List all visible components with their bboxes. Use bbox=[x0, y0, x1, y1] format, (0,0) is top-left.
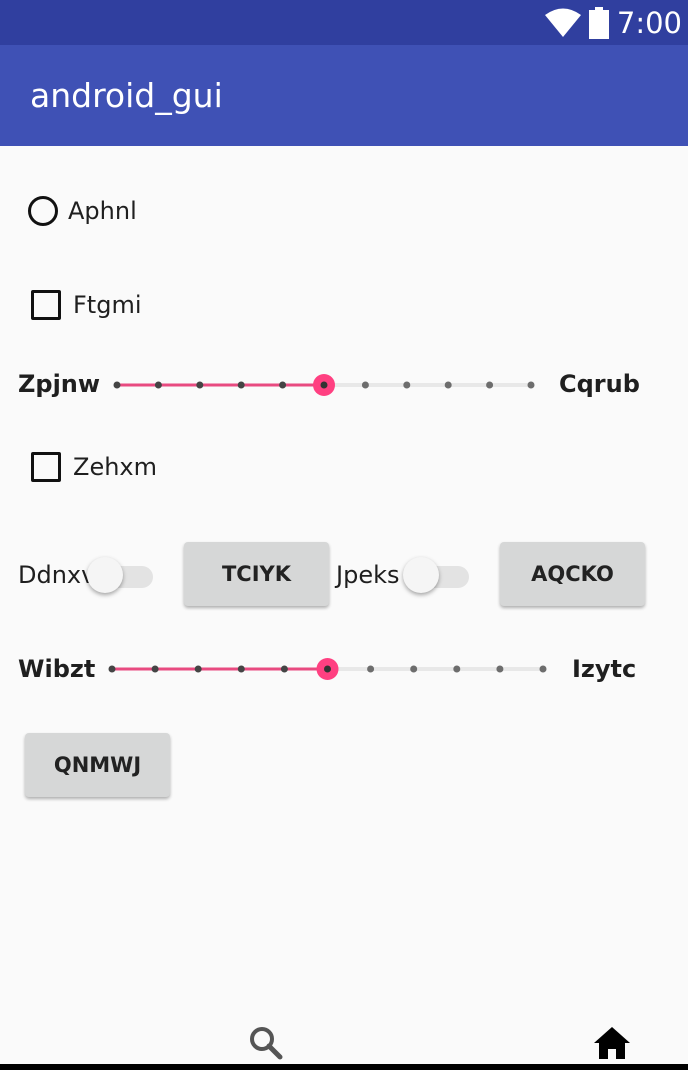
slider-1-thumb-center bbox=[320, 381, 328, 389]
slider-1-left-label: Zpjnw bbox=[18, 370, 101, 398]
slider-1-right-label: Cqrub bbox=[559, 370, 640, 398]
switch-1[interactable] bbox=[87, 555, 153, 595]
slider-1-tick-mark bbox=[444, 381, 452, 389]
wifi-icon bbox=[544, 8, 581, 37]
slider-2-tick-mark bbox=[237, 665, 245, 673]
checkbox-ftgmi[interactable]: Ftgmi bbox=[31, 287, 142, 323]
slider-2-tick-mark bbox=[496, 665, 504, 673]
switch-thumb[interactable] bbox=[403, 557, 439, 593]
slider-1-tick-mark bbox=[279, 381, 287, 389]
slider-2-tick-mark bbox=[410, 665, 418, 673]
nav-bottom-edge bbox=[0, 1064, 688, 1070]
slider-2-tick-mark bbox=[108, 665, 116, 673]
switch-2-label: Jpeks bbox=[336, 561, 400, 589]
switch-2[interactable] bbox=[403, 555, 469, 595]
switch-1-label: Ddnxv bbox=[18, 561, 96, 589]
slider-1-tick-mark bbox=[154, 381, 162, 389]
slider-1-tick-mark bbox=[527, 381, 535, 389]
slider-1-tick-mark bbox=[486, 381, 494, 389]
checkbox-label: Ftgmi bbox=[73, 291, 142, 319]
navigation-bar bbox=[0, 1000, 688, 1070]
switch-thumb[interactable] bbox=[87, 557, 123, 593]
qnmwj-button[interactable]: QNMWJ bbox=[25, 733, 170, 797]
checkbox-label: Zehxm bbox=[73, 453, 157, 481]
slider-1-tick-mark bbox=[361, 381, 369, 389]
slider-2-left-label: Wibzt bbox=[18, 655, 96, 683]
radio-label: Aphnl bbox=[68, 197, 137, 225]
slider-2-tick-mark bbox=[280, 665, 288, 673]
slider-2-tick-mark bbox=[151, 665, 159, 673]
status-time: 7:00 bbox=[616, 5, 682, 40]
slider-1[interactable] bbox=[113, 370, 535, 400]
slider-1-tick-mark bbox=[196, 381, 204, 389]
slider-1-track[interactable] bbox=[113, 370, 535, 400]
battery-icon bbox=[588, 6, 609, 39]
search-icon[interactable] bbox=[249, 1026, 283, 1060]
checkbox-box[interactable] bbox=[31, 290, 61, 320]
checkbox-box[interactable] bbox=[31, 452, 61, 482]
slider-2[interactable] bbox=[108, 654, 547, 684]
slider-2-tick-mark bbox=[453, 665, 461, 673]
status-bar: 7:00 bbox=[0, 0, 688, 45]
slider-2-track[interactable] bbox=[108, 654, 547, 684]
tciyk-button[interactable]: TCIYK bbox=[184, 542, 329, 606]
app-title: android_gui bbox=[30, 76, 223, 115]
home-icon[interactable] bbox=[594, 1027, 630, 1059]
slider-2-thumb-center bbox=[324, 665, 331, 673]
checkbox-zehxm[interactable]: Zehxm bbox=[31, 449, 157, 485]
slider-1-tick-mark bbox=[403, 381, 411, 389]
slider-1-tick-mark bbox=[237, 381, 245, 389]
slider-1-tick-mark bbox=[113, 381, 121, 389]
slider-2-right-label: Izytc bbox=[572, 655, 637, 683]
app-bar: android_gui bbox=[0, 45, 688, 146]
slider-2-tick-mark bbox=[194, 665, 202, 673]
slider-2-tick-mark bbox=[367, 665, 375, 673]
radio-circle[interactable] bbox=[28, 196, 58, 226]
slider-2-tick-mark bbox=[539, 665, 547, 673]
aqcko-button[interactable]: AQCKO bbox=[500, 542, 645, 606]
radio-aphnl[interactable]: Aphnl bbox=[28, 193, 137, 229]
